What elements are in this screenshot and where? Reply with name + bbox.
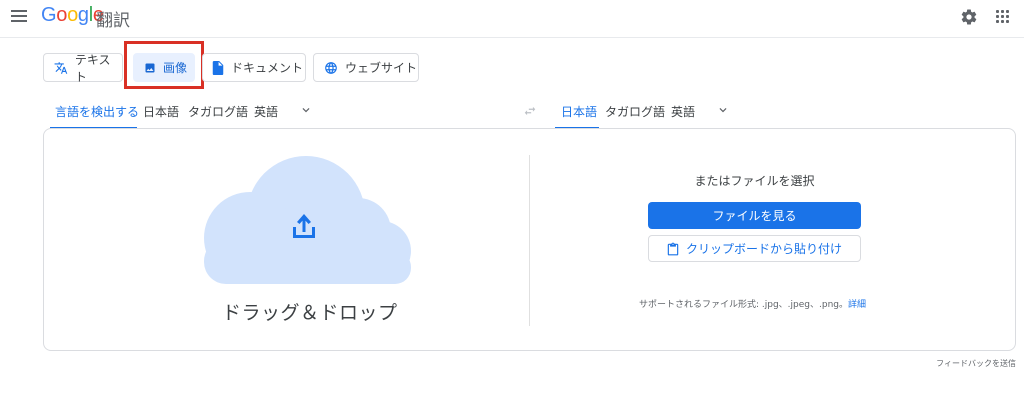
formats-label: サポートされるファイル形式: .jpg、.jpeg、.png。	[639, 300, 848, 310]
menu-icon[interactable]	[11, 10, 27, 24]
logo-letter: G	[41, 4, 57, 26]
chevron-down-icon[interactable]	[299, 103, 313, 117]
details-link[interactable]: 詳細	[848, 300, 866, 310]
tab-label: ウェブサイト	[345, 61, 418, 75]
or-select-file-label: またはファイルを選択	[694, 174, 815, 188]
logo-letter: o	[67, 4, 78, 26]
logo-letter: g	[77, 4, 89, 26]
tab-document[interactable]: ドキュメント	[202, 53, 306, 82]
paste-clipboard-button[interactable]: クリップボードから貼り付け	[648, 235, 861, 262]
app-header: Google 翻訳	[0, 0, 1024, 38]
document-icon	[212, 60, 224, 75]
supported-formats-text: サポートされるファイル形式: .jpg、.jpeg、.png。詳細	[639, 297, 866, 310]
drag-drop-label: ドラッグ＆ドロップ	[222, 302, 398, 324]
tab-website[interactable]: ウェブサイト	[313, 53, 419, 82]
highlight-annotation	[124, 41, 204, 89]
tab-text[interactable]: テキスト	[43, 52, 123, 84]
google-logo[interactable]: Google	[41, 4, 104, 27]
logo-letter: o	[56, 4, 68, 26]
upload-cloud-icon[interactable]	[198, 153, 412, 284]
clipboard-button-label: クリップボードから貼り付け	[685, 242, 842, 256]
translate-icon	[54, 61, 68, 74]
panel-divider	[529, 155, 530, 326]
source-lang-detect[interactable]: 言語を検出する	[55, 103, 139, 120]
swap-languages-icon[interactable]	[522, 104, 538, 118]
send-feedback-link[interactable]: フィードバックを送信	[936, 358, 1016, 369]
gear-icon[interactable]	[960, 8, 978, 26]
target-lang-english[interactable]: 英語	[671, 103, 695, 120]
tab-label: ドキュメント	[231, 61, 304, 75]
source-lang-english[interactable]: 英語	[254, 103, 278, 120]
product-name: 翻訳	[96, 11, 130, 31]
tab-label: テキスト	[74, 52, 111, 84]
chevron-down-icon[interactable]	[716, 103, 730, 117]
browse-files-button[interactable]: ファイルを見る	[648, 202, 861, 229]
target-lang-tagalog[interactable]: タガログ語	[605, 103, 665, 120]
source-lang-japanese[interactable]: 日本語	[143, 103, 179, 120]
source-lang-tagalog[interactable]: タガログ語	[188, 103, 248, 120]
globe-icon	[325, 61, 337, 74]
apps-icon[interactable]	[996, 10, 1010, 24]
target-lang-japanese[interactable]: 日本語	[561, 103, 597, 120]
clipboard-icon	[667, 242, 679, 255]
